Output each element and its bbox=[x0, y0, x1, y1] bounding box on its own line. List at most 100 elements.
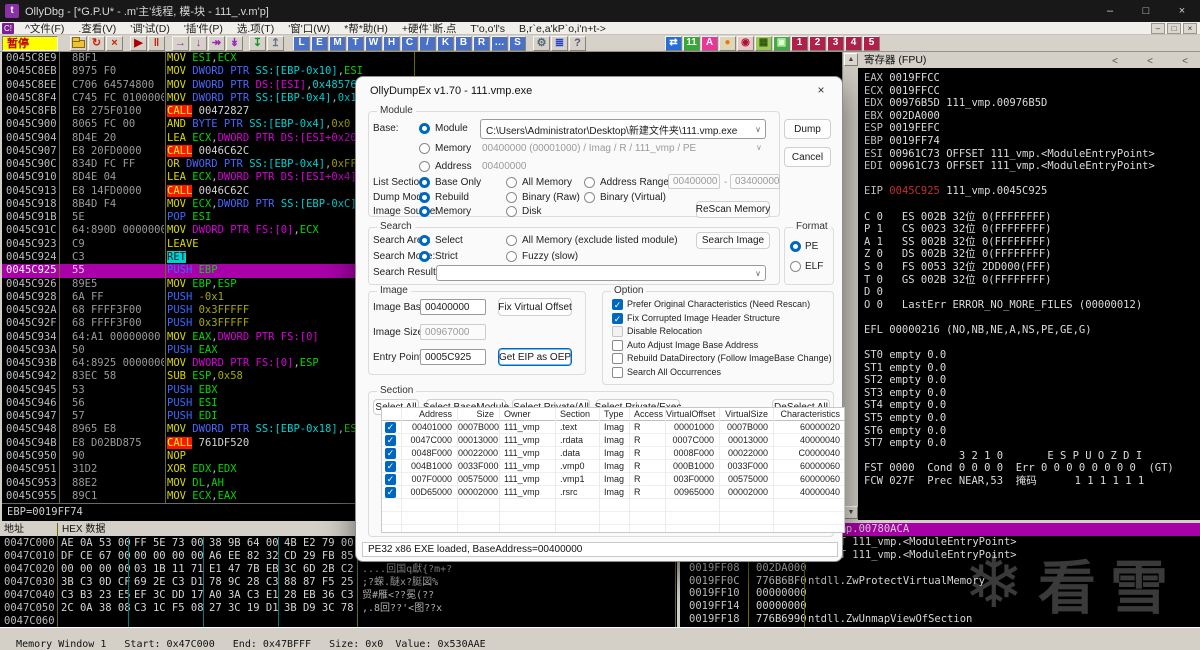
option-checkbox[interactable] bbox=[612, 367, 623, 378]
step-into-icon[interactable]: → bbox=[172, 35, 189, 51]
register-row[interactable]: A 1 SS 002B 32位 0(FFFFFFFF) bbox=[864, 236, 1200, 249]
register-row[interactable]: Z 0 DS 002B 32位 0(FFFFFFFF) bbox=[864, 248, 1200, 261]
executables-window-button[interactable]: E bbox=[311, 35, 328, 51]
strict-label[interactable]: Strict bbox=[435, 251, 458, 262]
section-row-checkbox[interactable]: ✓ bbox=[385, 448, 396, 459]
module-radio-label[interactable]: Module bbox=[435, 123, 468, 134]
option-checkbox[interactable] bbox=[612, 326, 623, 338]
all-memory-radio[interactable] bbox=[506, 177, 517, 188]
memory-source-radio[interactable] bbox=[419, 206, 430, 217]
close-process-icon[interactable]: × bbox=[106, 35, 123, 51]
plugin-target-icon[interactable]: ◉ bbox=[737, 35, 754, 51]
cancel-button[interactable]: Cancel bbox=[784, 147, 831, 167]
plugin-5-button[interactable]: 5 bbox=[863, 35, 880, 51]
option-label[interactable]: Rebuild DataDirectory (Follow ImageBase … bbox=[627, 353, 832, 363]
section-column-header[interactable] bbox=[382, 408, 402, 421]
rescan-memory-button[interactable]: ReScan Memory bbox=[696, 201, 770, 218]
address-range-radio[interactable] bbox=[584, 177, 595, 188]
pause-icon[interactable]: ‖ bbox=[148, 35, 165, 51]
register-row[interactable]: FST 0000 Cond 0 0 0 0 Err 0 0 0 0 0 0 0 … bbox=[864, 462, 1200, 475]
mdi-close-button[interactable]: × bbox=[1183, 22, 1197, 34]
trace-icon[interactable]: ↡ bbox=[226, 35, 243, 51]
run-trace-window-button[interactable]: … bbox=[491, 35, 508, 51]
register-row[interactable]: ESI 00961C73 OFFSET 111_vmp.<ModuleEntry… bbox=[864, 148, 1200, 161]
section-column-header[interactable]: Address bbox=[402, 408, 458, 421]
disk-source-label[interactable]: Disk bbox=[522, 206, 541, 217]
register-row[interactable]: EDX 00976B5D 111_vmp.00976B5D bbox=[864, 97, 1200, 110]
mdi-minimize-button[interactable]: – bbox=[1151, 22, 1165, 34]
close-button[interactable]: × bbox=[1164, 0, 1200, 22]
option-label[interactable]: Prefer Original Characteristics (Need Re… bbox=[627, 299, 810, 309]
section-row-checkbox[interactable]: ✓ bbox=[385, 422, 396, 433]
animate-into-icon[interactable]: ↠ bbox=[208, 35, 225, 51]
menu-item[interactable]: '窗'口(W) bbox=[281, 23, 337, 35]
plugin-swap-icon[interactable]: ⇄ bbox=[665, 35, 682, 51]
menu-item[interactable]: 选.项(T) bbox=[230, 23, 281, 35]
module-radio[interactable] bbox=[419, 123, 430, 134]
collapse-icon[interactable]: < bbox=[1112, 54, 1118, 70]
binary-virtual-label[interactable]: Binary (Virtual) bbox=[600, 192, 666, 203]
plugin-2-button[interactable]: 2 bbox=[809, 35, 826, 51]
stack-row[interactable]: 0019FF10 00000000 bbox=[680, 587, 1200, 600]
option-checkbox[interactable] bbox=[612, 339, 623, 351]
register-row[interactable]: EBX 002DA000 bbox=[864, 110, 1200, 123]
register-row[interactable]: 3 2 1 0 E S P U O Z D I bbox=[864, 450, 1200, 463]
register-row[interactable] bbox=[864, 173, 1200, 186]
minimize-button[interactable]: – bbox=[1092, 0, 1128, 22]
section-table-row[interactable]: ✓ 0048F000 00022000 111_vmp .data Imag R 0008F0… bbox=[382, 447, 844, 460]
plugin-3-button[interactable]: 3 bbox=[827, 35, 844, 51]
address-radio-label[interactable]: Address bbox=[435, 161, 472, 172]
register-row[interactable]: ECX 0019FFCC bbox=[864, 85, 1200, 98]
plugin-1-button[interactable]: 1 bbox=[791, 35, 808, 51]
register-row[interactable]: EBP 0019FF74 bbox=[864, 135, 1200, 148]
select-radio[interactable] bbox=[419, 235, 430, 246]
menu-item[interactable]: +硬件`断.点 bbox=[395, 23, 464, 35]
scroll-down-icon[interactable]: ▼ bbox=[844, 506, 858, 519]
register-row[interactable]: ST5 empty 0.0 bbox=[864, 412, 1200, 425]
get-eip-as-oep-button[interactable]: Get EIP as OEP bbox=[498, 348, 572, 366]
breakpoints-window-button[interactable]: B bbox=[455, 35, 472, 51]
address-range-label[interactable]: Address Range bbox=[600, 177, 669, 188]
chevron-down-icon[interactable]: ∨ bbox=[755, 269, 761, 278]
register-row[interactable]: ST7 empty 0.0 bbox=[864, 437, 1200, 450]
search-all-memory-radio[interactable] bbox=[506, 235, 517, 246]
search-result-combo[interactable]: ∨ bbox=[436, 265, 766, 281]
section-row-checkbox[interactable]: ✓ bbox=[385, 474, 396, 485]
handles-window-button[interactable]: H bbox=[383, 35, 400, 51]
maximize-button[interactable]: □ bbox=[1128, 0, 1164, 22]
patches-window-button[interactable]: / bbox=[419, 35, 436, 51]
register-row[interactable]: EFL 00000216 (NO,NB,NE,A,NS,PE,GE,G) bbox=[864, 324, 1200, 337]
log-window-button[interactable]: L bbox=[293, 35, 310, 51]
all-memory-label[interactable]: All Memory bbox=[522, 177, 572, 188]
ollydumpex-dialog[interactable]: OllyDumpEx v1.70 - 111.vmp.exe × Module … bbox=[355, 76, 845, 562]
section-column-header[interactable]: VirtualSize bbox=[720, 408, 774, 421]
appearance-icon[interactable]: ≣ bbox=[551, 35, 568, 51]
section-column-header[interactable]: Type bbox=[600, 408, 630, 421]
section-column-header[interactable]: VirtualOffset bbox=[666, 408, 720, 421]
module-path-combo[interactable]: C:\Users\Administrator\Desktop\新建文件夹\111… bbox=[480, 119, 766, 139]
rebuild-radio[interactable] bbox=[419, 192, 430, 203]
register-row[interactable]: P 1 CS 0023 32位 0(FFFFFFFF) bbox=[864, 223, 1200, 236]
plugin-a-icon[interactable]: A bbox=[701, 35, 718, 51]
fuzzy-radio[interactable] bbox=[506, 251, 517, 262]
restart-icon[interactable]: ↻ bbox=[88, 35, 105, 51]
menu-item[interactable]: '调'试(D) bbox=[123, 23, 177, 35]
section-column-header[interactable]: Characteristics bbox=[774, 408, 844, 421]
elf-radio[interactable] bbox=[790, 261, 801, 272]
registers-panel[interactable]: 寄存器 (FPU) < < < EAX 0019FFCC ECX 0019FFCC… bbox=[858, 52, 1200, 520]
mdi-restore-button[interactable]: □ bbox=[1167, 22, 1181, 34]
fix-virtual-offset-button[interactable]: Fix Virtual Offset bbox=[498, 298, 572, 316]
disasm-row[interactable]: 0045C8E9 8BF1 MOV ESI,ECX bbox=[2, 52, 842, 65]
plugin-11-icon[interactable]: 11 bbox=[683, 35, 700, 51]
references-window-button[interactable]: R bbox=[473, 35, 490, 51]
dialog-close-button[interactable]: × bbox=[812, 82, 830, 98]
cpu-window-button[interactable]: C bbox=[401, 35, 418, 51]
run-icon[interactable]: ▶ bbox=[130, 35, 147, 51]
base-only-label[interactable]: Base Only bbox=[435, 177, 481, 188]
select-label[interactable]: Select bbox=[435, 235, 463, 246]
entry-point-input[interactable]: 0005C925 bbox=[420, 349, 486, 365]
disk-source-radio[interactable] bbox=[506, 206, 517, 217]
base-only-radio[interactable] bbox=[419, 177, 430, 188]
register-row[interactable]: ST6 empty 0.0 bbox=[864, 425, 1200, 438]
section-table-row[interactable]: ✓ 00401000 0007B000 111_vmp .text Imag R 000010… bbox=[382, 421, 844, 434]
